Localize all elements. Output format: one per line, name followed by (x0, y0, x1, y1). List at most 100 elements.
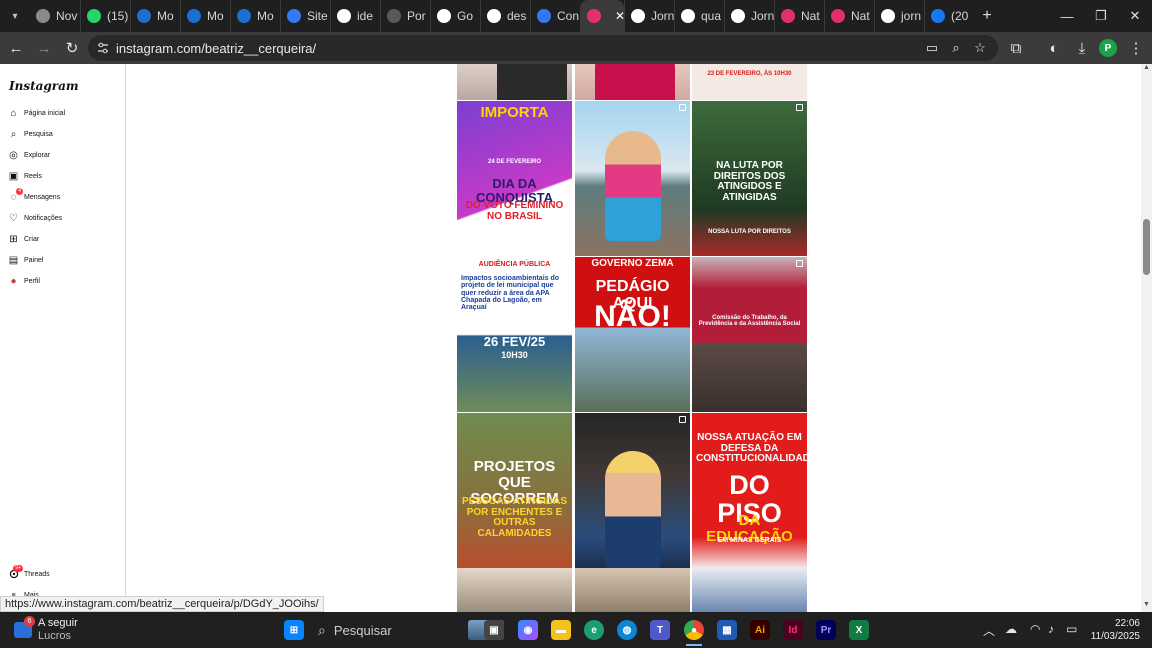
nav-item-9[interactable]: ● Perfil (8, 272, 39, 290)
browser-tab[interactable]: jorn (874, 0, 924, 32)
post-tile-top-2[interactable] (575, 64, 690, 100)
nav-item-7[interactable]: ⊞ Criar (8, 230, 39, 248)
post-tile-bottom-3[interactable] (692, 568, 807, 612)
post-text: Comissão do Trabalho, da Previdência e d… (698, 315, 801, 328)
post-text: NOSSA ATUAÇÃO EM DEFESA DA CONSTITUCIONA… (696, 432, 807, 464)
browser-icon[interactable]: ◍ (617, 620, 637, 640)
post-text: NÃO! (594, 300, 671, 333)
browser-tab[interactable]: Nov (30, 0, 80, 32)
volume-icon[interactable]: ♪ (1048, 622, 1054, 636)
bookmark-star-icon[interactable]: ☆ (972, 40, 988, 56)
nav-item-5[interactable]: ◌ 4 Mensagens (8, 187, 60, 206)
install-app-icon[interactable]: ▭ (924, 40, 940, 56)
close-window-button[interactable]: ✕ (1118, 0, 1152, 32)
url-text[interactable]: instagram.com/beatriz__cerqueira/ (116, 41, 316, 56)
post-tile-top-1[interactable] (457, 64, 572, 100)
facebook-icon (931, 9, 945, 23)
calendar-icon (537, 9, 551, 23)
browser-tab[interactable]: ✕ (580, 0, 624, 32)
threads-link[interactable]: 9+ Threads (8, 564, 50, 583)
download-icon[interactable]: ⤓ (1068, 34, 1096, 62)
weather-badge: 6 (24, 616, 35, 627)
post-tile[interactable]: NA LUTA POR DIREITOS DOS ATINGIDOS E ATI… (692, 101, 807, 256)
battery-icon[interactable]: ▭ (1066, 622, 1077, 636)
forward-button[interactable]: → (30, 34, 58, 62)
post-tile[interactable]: AUDIÊNCIA PÚBLICA Impactos socioambientai… (457, 257, 572, 412)
chrome-icon[interactable]: ● (684, 620, 704, 640)
back-button[interactable]: ← (2, 34, 30, 62)
nav-item-3[interactable]: ◎ Explorar (8, 146, 50, 164)
post-tile-bottom-1[interactable] (457, 568, 572, 612)
browser-tab[interactable]: Con (530, 0, 580, 32)
post-tile[interactable]: Comissão do Trabalho, da Previdência e d… (692, 257, 807, 412)
nav-label: Criar (24, 235, 40, 243)
zoom-icon[interactable]: ⌕ (948, 40, 964, 56)
person-photo (605, 451, 661, 568)
browser-tab[interactable]: Por (380, 0, 430, 32)
site-info-icon[interactable] (97, 42, 109, 54)
weather-widget[interactable]: 6 (14, 616, 36, 640)
post-tile[interactable] (575, 101, 690, 256)
extensions-icon[interactable]: ⧉ (1002, 34, 1030, 62)
browser-tab[interactable]: des (480, 0, 530, 32)
premiere-icon[interactable]: Pr (816, 620, 836, 640)
post-tile-bottom-2[interactable] (575, 568, 690, 612)
wifi-icon[interactable]: ◠ (1030, 622, 1040, 636)
browser-tab[interactable]: (20 (924, 0, 974, 32)
nav-item-2[interactable]: ⌕ Pesquisa (8, 125, 53, 143)
browser-tab[interactable]: Mo (230, 0, 280, 32)
copilot-icon[interactable]: ◉ (518, 620, 538, 640)
post-tile-top-3[interactable]: 23 DE FEVEREIRO, ÀS 10H30 (692, 64, 807, 100)
calculator-icon[interactable]: ▦ (717, 620, 737, 640)
taskbar-search[interactable]: ⌕ Pesquisar (312, 616, 508, 644)
browser-tab[interactable]: ide (330, 0, 380, 32)
taskbar-clock[interactable]: 22:06 11/03/2025 (1091, 617, 1140, 643)
profile-avatar[interactable]: P (1099, 39, 1117, 57)
start-windows-icon[interactable]: ⊞ (284, 620, 304, 640)
minimize-button[interactable]: — (1050, 0, 1084, 32)
restore-button[interactable]: ❐ (1084, 0, 1118, 32)
tray-cloud-icon[interactable]: ☁ (1005, 622, 1017, 636)
tab-search-button[interactable]: ▾ (0, 0, 30, 32)
teams-icon[interactable]: T (650, 620, 670, 640)
browser-tab[interactable]: Mo (130, 0, 180, 32)
browser-tab[interactable]: Jorn (624, 0, 674, 32)
browser-tab[interactable]: (15) (80, 0, 130, 32)
new-tab-button[interactable]: + (974, 7, 1000, 25)
menu-icon[interactable]: ⋮ (1122, 34, 1150, 62)
tray-chevron-icon[interactable]: ︿ (983, 622, 995, 639)
post-text: IMPORTA (480, 104, 549, 121)
clock-date: 11/03/2025 (1090, 631, 1140, 642)
post-tile[interactable]: GOVERNO ZEMA PEDÁGIO AQUI NÃO! (575, 257, 690, 412)
scroll-down-arrow[interactable]: ▼ (1142, 601, 1151, 608)
scrollbar-thumb[interactable] (1143, 219, 1150, 275)
nav-item-6[interactable]: ♡ Notificações (8, 209, 62, 227)
browser-tab[interactable]: Nat (824, 0, 874, 32)
edge-icon[interactable]: e (584, 620, 604, 640)
file-explorer-icon[interactable]: ▬ (551, 620, 571, 640)
nav-item-4[interactable]: ▣ Reels (8, 167, 42, 185)
indesign-icon[interactable]: Id (783, 620, 803, 640)
tab-close-icon[interactable]: ✕ (615, 9, 624, 23)
scroll-up-arrow[interactable]: ▲ (1142, 64, 1151, 71)
post-tile[interactable] (575, 413, 690, 568)
post-tile[interactable]: IMPORTA 24 DE FEVEREIRO DIA DA CONQUISTA DO… (457, 101, 572, 256)
nav-item-8[interactable]: ▤ Painel (8, 251, 44, 269)
browser-tab[interactable]: Go (430, 0, 480, 32)
browser-tab[interactable]: qua (674, 0, 724, 32)
scrollbar-track[interactable] (1141, 64, 1152, 612)
address-bar[interactable]: instagram.com/beatriz__cerqueira/ ▭ ⌕ ☆ (88, 35, 998, 61)
instagram-logo[interactable]: Instagram (9, 79, 79, 93)
post-tile[interactable]: NOSSA ATUAÇÃO EM DEFESA DA CONSTITUCIONA… (692, 413, 807, 568)
browser-tab[interactable]: Jorn (724, 0, 774, 32)
post-tile[interactable]: PROJETOS QUE SOCORREM PESSOAS ATINGIDAS P… (457, 413, 572, 568)
media-icon[interactable]: ◐ (1040, 34, 1068, 62)
browser-tab[interactable]: Site (280, 0, 330, 32)
illustrator-icon[interactable]: Ai (750, 620, 770, 640)
task-view-icon[interactable]: ▣ (484, 620, 504, 640)
nav-item-1[interactable]: ⌂ Página inicial (8, 104, 65, 122)
excel-icon[interactable]: X (849, 620, 869, 640)
browser-tab[interactable]: Nat (774, 0, 824, 32)
browser-tab[interactable]: Mo (180, 0, 230, 32)
reload-button[interactable]: ↻ (58, 34, 86, 62)
